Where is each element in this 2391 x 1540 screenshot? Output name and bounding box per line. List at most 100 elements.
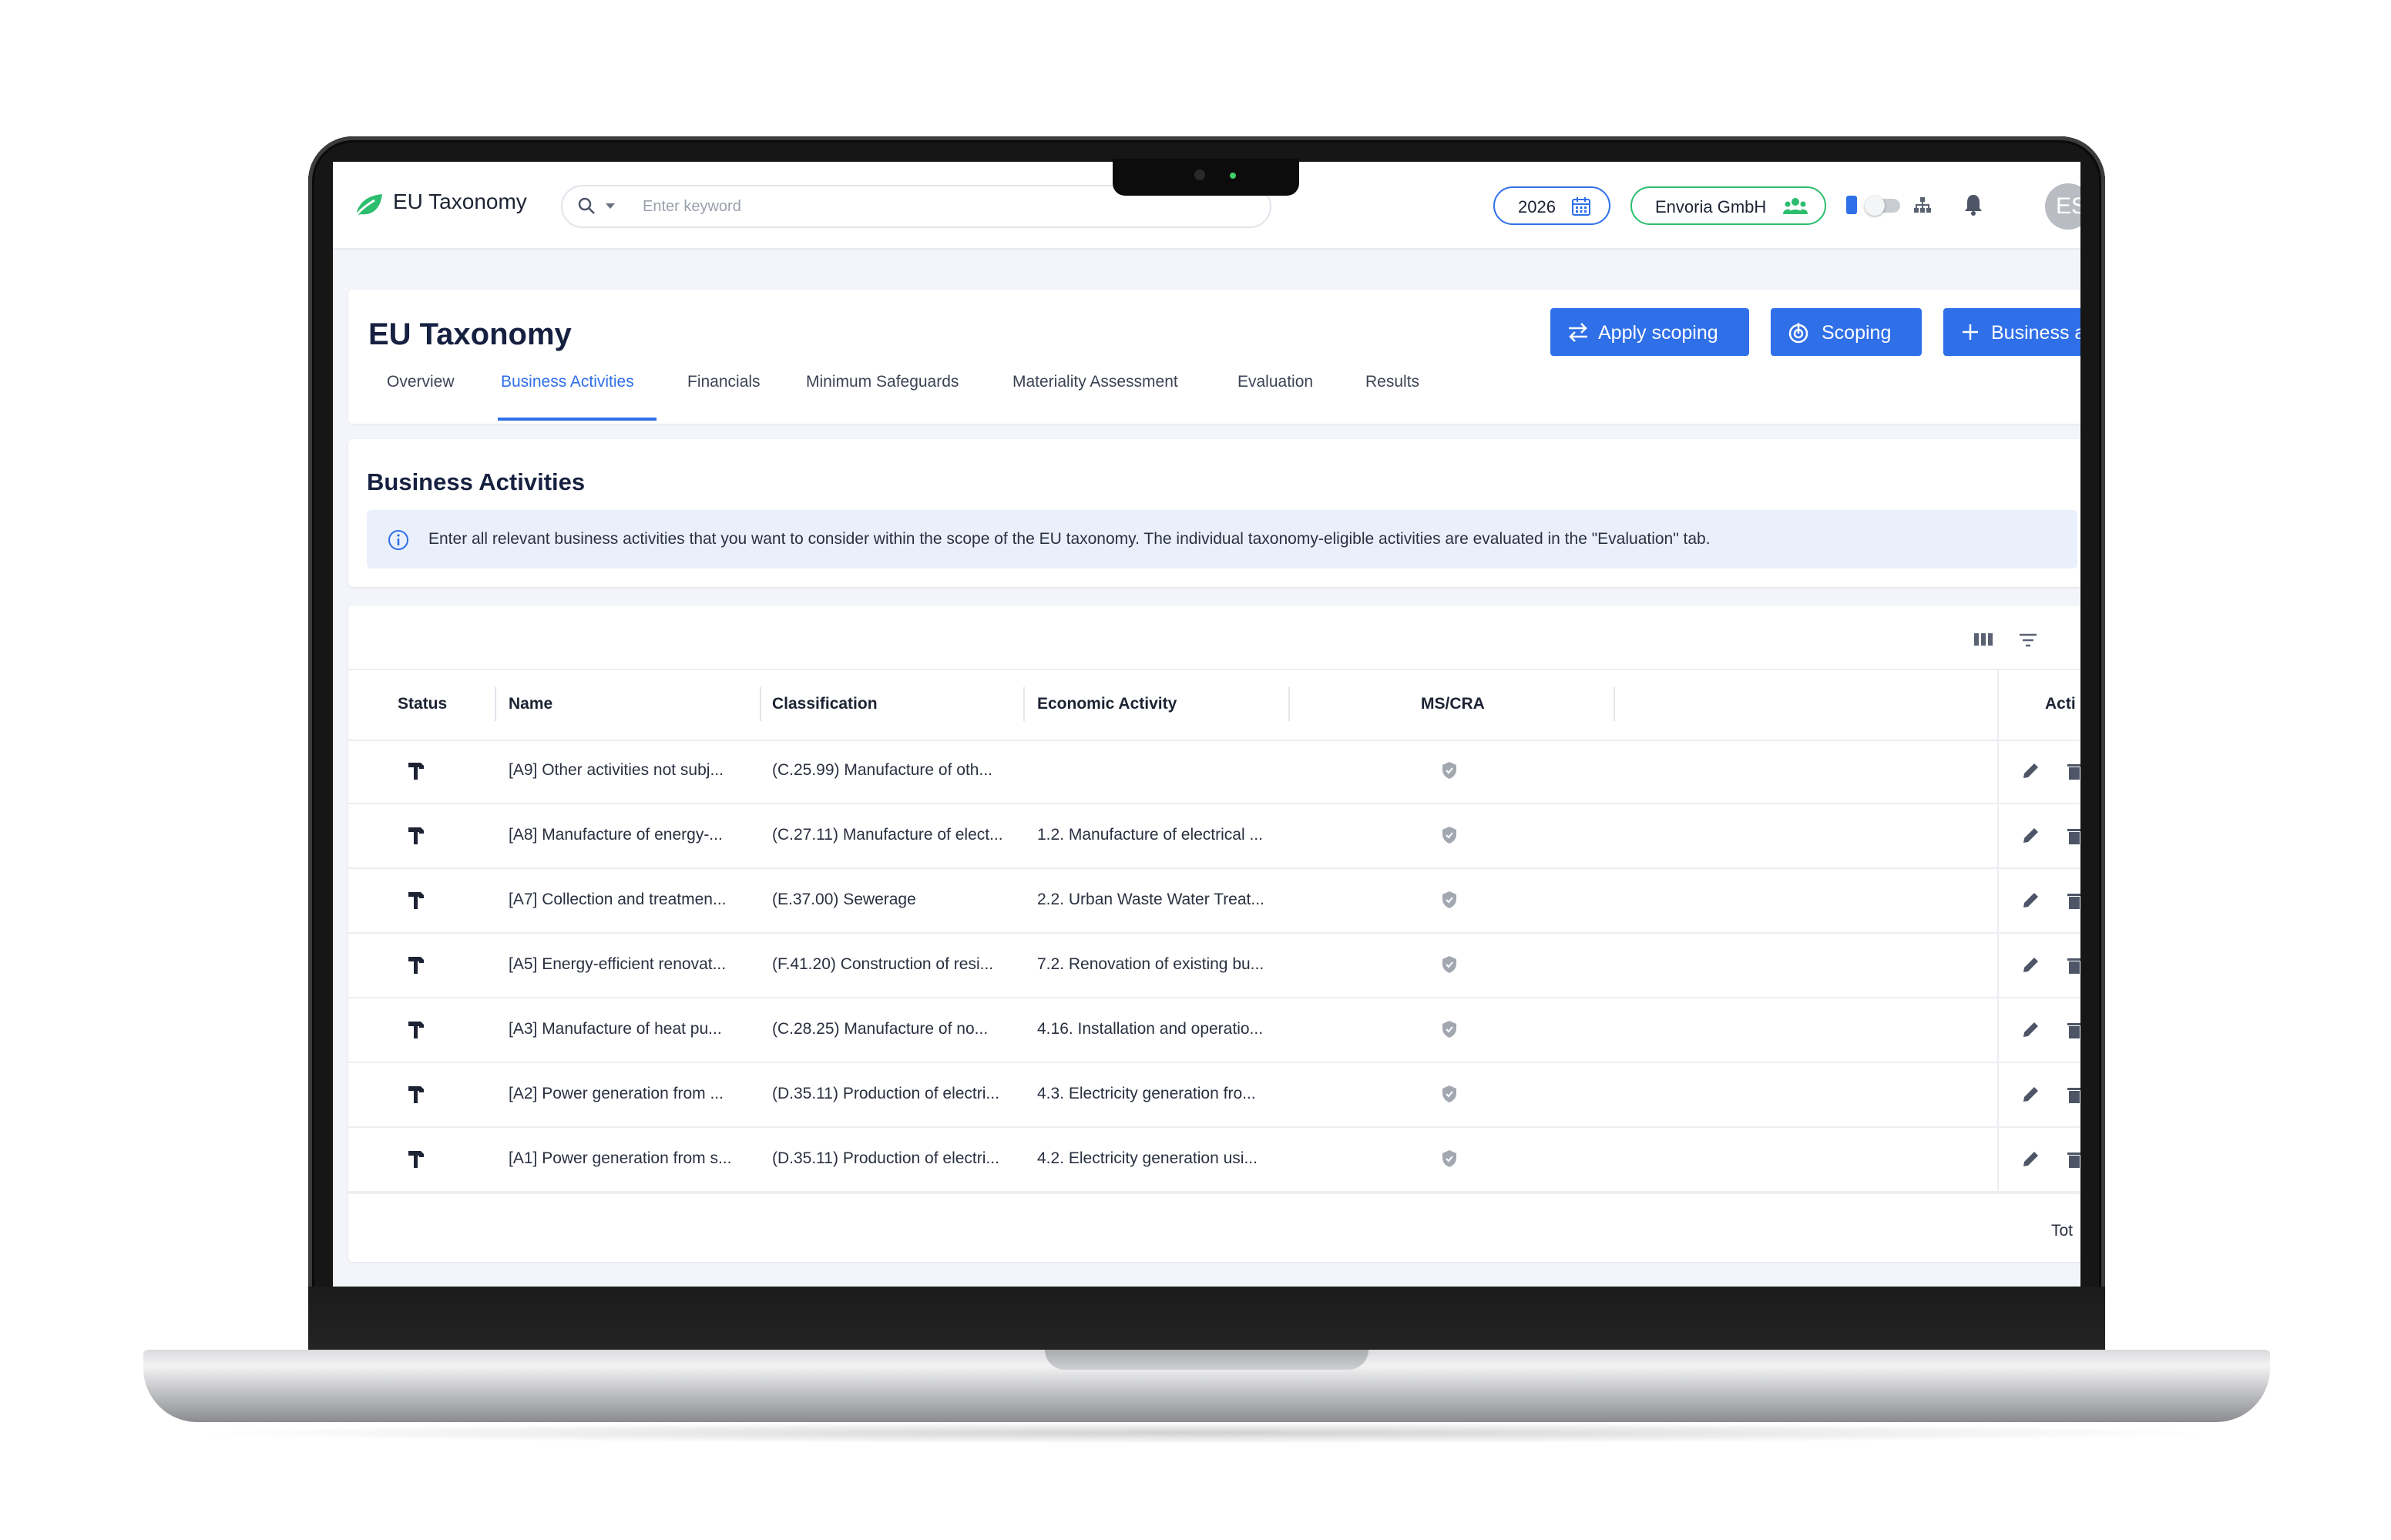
columns-icon[interactable]: [1973, 630, 1994, 649]
shield-icon: [1442, 1085, 1456, 1102]
info-icon: [388, 530, 408, 550]
cell-name: [A7] Collection and treatmen...: [509, 891, 727, 908]
search-input[interactable]: [641, 196, 1230, 217]
tab-bar: Overview Business Activities Financials …: [348, 367, 2080, 424]
trash-icon[interactable]: [2065, 824, 2080, 846]
business-activities-section: Business Activities Enter all relevant b…: [348, 439, 2080, 587]
shield-icon: [1442, 1021, 1456, 1038]
table-row[interactable]: [A8] Manufacture of energy-... (C.27.11)…: [348, 804, 2080, 869]
pencil-icon[interactable]: [2020, 954, 2042, 975]
table-row[interactable]: [A9] Other activities not subj... (C.25.…: [348, 740, 2080, 804]
company-selector[interactable]: Envoria GmbH: [1630, 186, 1826, 225]
table-row[interactable]: [A5] Energy-efficient renovat... (F.41.2…: [348, 934, 2080, 998]
cell-classification: (D.35.11) Production of electri...: [772, 1149, 999, 1167]
table-row[interactable]: [A3] Manufacture of heat pu... (C.28.25)…: [348, 998, 2080, 1063]
cell-name: [A3] Manufacture of heat pu...: [509, 1020, 722, 1038]
trash-icon[interactable]: [2065, 760, 2080, 781]
active-tab-indicator: [498, 418, 657, 421]
apply-scoping-label: Apply scoping: [1598, 322, 1718, 344]
pencil-icon[interactable]: [2020, 760, 2042, 781]
tab-overview[interactable]: Overview: [387, 373, 455, 391]
cell-economic-activity: 2.2. Urban Waste Water Treat...: [1037, 891, 1264, 908]
search-icon[interactable]: [576, 196, 598, 217]
calendar-icon: [1572, 197, 1590, 216]
column-separator[interactable]: [760, 687, 761, 721]
info-badge-icon[interactable]: [1846, 196, 1857, 214]
shield-icon: [1442, 1150, 1456, 1167]
info-text: Enter all relevant business activities t…: [428, 530, 1711, 548]
pencil-icon[interactable]: [2020, 1148, 2042, 1169]
table-row[interactable]: [A1] Power generation from s... (D.35.11…: [348, 1128, 2080, 1193]
mode-toggle[interactable]: [1865, 196, 1900, 216]
trash-icon[interactable]: [2065, 889, 2080, 911]
pencil-icon[interactable]: [2020, 1083, 2042, 1105]
cell-classification: (C.27.11) Manufacture of elect...: [772, 826, 1003, 844]
cell-economic-activity: 4.16. Installation and operatio...: [1037, 1020, 1264, 1038]
hammer-icon: [408, 763, 424, 780]
bell-icon[interactable]: [1962, 193, 1985, 217]
table-row[interactable]: [A2] Power generation from ... (D.35.11)…: [348, 1063, 2080, 1128]
tab-materiality-assessment[interactable]: Materiality Assessment: [1012, 373, 1178, 391]
trash-icon[interactable]: [2065, 1018, 2080, 1040]
column-separator[interactable]: [495, 687, 496, 721]
laptop-base-notch: [1045, 1350, 1368, 1370]
column-separator[interactable]: [1288, 687, 1290, 721]
tab-results[interactable]: Results: [1365, 373, 1419, 391]
swap-icon: [1569, 323, 1587, 342]
laptop-chin: [308, 1287, 2105, 1354]
avatar[interactable]: ES: [2045, 183, 2080, 230]
cell-name: [A1] Power generation from s...: [509, 1149, 732, 1167]
apply-scoping-button[interactable]: Apply scoping: [1550, 308, 1749, 356]
column-classification[interactable]: Classification: [772, 695, 878, 713]
target-icon: [1788, 323, 1808, 344]
scoping-button[interactable]: Scoping: [1771, 308, 1922, 356]
trash-icon[interactable]: [2065, 1083, 2080, 1105]
tab-financials[interactable]: Financials: [687, 373, 761, 391]
cell-name: [A2] Power generation from ...: [509, 1085, 724, 1102]
pencil-icon[interactable]: [2020, 889, 2042, 911]
shield-icon: [1442, 827, 1456, 844]
sitemap-icon[interactable]: [1912, 196, 1933, 214]
hammer-icon: [408, 1086, 424, 1103]
column-actions[interactable]: Acti: [2045, 695, 2076, 713]
business-activities-table: Status Name Classification Economic Acti…: [348, 606, 2080, 1262]
info-alert: Enter all relevant business activities t…: [367, 510, 2077, 569]
cell-name: [A5] Energy-efficient renovat...: [509, 955, 727, 973]
table-footer-divider: [348, 1193, 2080, 1194]
search-scope-chevron-icon[interactable]: [606, 203, 615, 209]
page-header: EU Taxonomy Apply scoping Scoping Busine…: [348, 290, 2080, 424]
add-business-activity-button[interactable]: Business a: [1943, 308, 2080, 356]
column-name[interactable]: Name: [509, 695, 552, 713]
cell-economic-activity: 1.2. Manufacture of electrical ...: [1037, 826, 1263, 844]
cell-economic-activity: 4.3. Electricity generation fro...: [1037, 1085, 1256, 1102]
trash-icon[interactable]: [2065, 954, 2080, 975]
add-business-label: Business a: [1991, 322, 2080, 344]
column-economic-activity[interactable]: Economic Activity: [1037, 695, 1177, 713]
pencil-icon[interactable]: [2020, 1018, 2042, 1040]
leaf-icon[interactable]: [353, 191, 384, 219]
hammer-icon: [408, 957, 424, 974]
tab-business-activities[interactable]: Business Activities: [501, 373, 634, 391]
laptop-shadow: [185, 1422, 2227, 1444]
scoping-label: Scoping: [1822, 322, 1892, 344]
column-separator[interactable]: [1614, 687, 1615, 721]
year-selector[interactable]: 2026: [1493, 186, 1610, 225]
cell-economic-activity: 4.2. Electricity generation usi...: [1037, 1149, 1258, 1167]
company-name: Envoria GmbH: [1655, 197, 1767, 216]
hammer-icon: [408, 1151, 424, 1168]
camera-lens: [1194, 169, 1205, 180]
column-status[interactable]: Status: [398, 695, 447, 713]
filter-icon[interactable]: [2017, 632, 2039, 649]
trash-icon[interactable]: [2065, 1148, 2080, 1169]
shield-icon: [1442, 956, 1456, 973]
section-title: Business Activities: [367, 468, 586, 495]
tab-minimum-safeguards[interactable]: Minimum Safeguards: [806, 373, 959, 391]
cell-name: [A8] Manufacture of energy-...: [509, 826, 723, 844]
tab-evaluation[interactable]: Evaluation: [1237, 373, 1313, 391]
plus-icon: [1963, 324, 1978, 340]
column-ms-cra[interactable]: MS/CRA: [1421, 695, 1485, 713]
table-row[interactable]: [A7] Collection and treatmen... (E.37.00…: [348, 869, 2080, 934]
app-title[interactable]: EU Taxonomy: [393, 190, 527, 214]
pencil-icon[interactable]: [2020, 824, 2042, 846]
column-separator[interactable]: [1023, 687, 1025, 721]
